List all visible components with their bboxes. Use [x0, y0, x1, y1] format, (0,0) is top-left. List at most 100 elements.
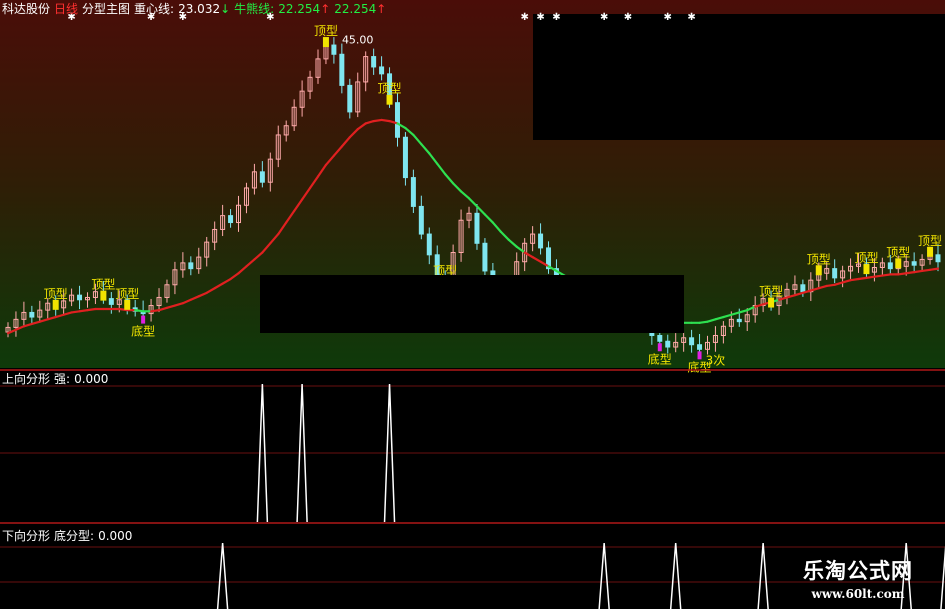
bull-value: 22.254↑: [278, 2, 331, 16]
bottom-pattern-label: 底型: [648, 351, 672, 366]
gravity-line-segment: [149, 309, 161, 313]
top-pattern-label: 顶型: [759, 285, 783, 299]
candle-body: [426, 233, 432, 256]
cog-value: 23.032↓: [178, 2, 231, 16]
gravity-line-segment: [78, 309, 89, 313]
top-pattern-marker: [52, 299, 59, 310]
candle-body: [394, 102, 400, 138]
star-marker: ✱: [520, 12, 528, 23]
top-pattern-marker: [863, 264, 870, 275]
main-panel-header: 科达股份 日线 分型主图 重心线: 23.032↓ 牛熊线: 22.254↑ 22.254↑: [2, 2, 390, 16]
fractal-spike: [940, 545, 945, 609]
top-pattern-label: 顶型: [854, 251, 878, 265]
gravity-line-segment: [897, 272, 908, 276]
candle-body: [657, 334, 663, 342]
gravity-line-segment: [913, 269, 924, 274]
gravity-line-segment: [881, 273, 892, 277]
candle-body: [689, 337, 695, 346]
candle-body: [188, 262, 194, 270]
candle-body: [347, 84, 353, 113]
up-fractal-value: 0.000: [74, 372, 109, 386]
candle-body: [538, 233, 544, 249]
formula-name[interactable]: 分型主图: [82, 2, 130, 16]
gravity-line-segment: [905, 271, 916, 275]
star-marker: ✱: [624, 12, 632, 23]
watermark-url: www.60lt.com: [811, 587, 905, 601]
bottom-pattern-marker: [141, 315, 146, 324]
fractal-spike: [598, 542, 610, 609]
top-pattern-label: 顶型: [115, 287, 139, 301]
star-marker: ✱: [552, 12, 560, 23]
candle-body: [402, 136, 408, 179]
occluding-block-top-right: [533, 14, 945, 140]
value3: 22.254↑: [334, 2, 387, 16]
gravity-line-segment: [372, 118, 383, 123]
up-fractal-label: 强:: [54, 372, 71, 386]
fractal-spike: [669, 542, 682, 609]
candle-body: [410, 177, 416, 207]
top-pattern-label: 顶型: [807, 252, 831, 266]
candle-body: [832, 268, 838, 279]
candle-body: [371, 56, 377, 68]
bottom-pattern-label: 底型: [131, 324, 155, 339]
bottom-pattern-marker: [657, 343, 662, 352]
top-pattern-label: 顶型: [886, 245, 910, 259]
occluding-block-middle: [260, 275, 684, 333]
gravity-line-segment: [134, 309, 145, 313]
candle-body: [228, 215, 234, 224]
down-fractal-header: 下向分形 底分型: 0.000: [2, 529, 136, 543]
top-pattern-marker: [322, 37, 329, 48]
star-marker: ✱: [600, 12, 608, 23]
candle-body: [474, 212, 480, 244]
down-fractal-name[interactable]: 下向分形: [2, 529, 50, 543]
gravity-line-segment: [857, 276, 868, 281]
main-panel: 顶型顶型顶型顶型顶型顶型顶型顶型 顶型 顶型顶型底型底型底型3次45.00✱ ✱ ✱ ✱ ✱…: [0, 0, 945, 374]
up-fractal-panel: [0, 369, 945, 524]
gravity-line-segment: [380, 118, 391, 123]
top-pattern-label: 顶型: [378, 82, 402, 96]
candle-body: [665, 340, 671, 348]
gravity-line-segment: [698, 320, 709, 324]
watermark: 乐淘公式网 www.60lt.com: [803, 555, 913, 601]
fractal-spike: [757, 542, 769, 609]
candle-body: [259, 171, 265, 183]
candle-body: [29, 311, 35, 318]
gravity-line-segment: [70, 310, 81, 314]
down-fractal-value: 0.000: [98, 529, 133, 543]
count-annotation: 3次: [706, 353, 726, 367]
candle-body: [379, 66, 385, 75]
top-pattern-label: 顶型: [918, 234, 942, 248]
top-pattern-marker: [768, 297, 775, 308]
candle-body: [736, 318, 742, 323]
top-pattern-marker: [386, 94, 393, 105]
cog-label: 重心线:: [134, 2, 175, 16]
top-pattern-label: 顶型: [314, 24, 338, 38]
gravity-line-segment: [921, 268, 932, 273]
candle-body: [108, 298, 114, 305]
peak-price-label: 45.00: [342, 33, 374, 46]
gravity-line-segment: [825, 283, 836, 288]
candle-body: [77, 294, 83, 301]
stock-name[interactable]: 科达股份: [2, 2, 50, 16]
watermark-site-name: 乐淘公式网: [803, 559, 913, 583]
candle-body: [331, 44, 337, 55]
gravity-line-segment: [865, 275, 876, 279]
top-pattern-marker: [124, 299, 131, 310]
gravity-line-segment: [849, 277, 860, 282]
candle-body: [697, 344, 703, 350]
up-fractal-name[interactable]: 上向分形: [2, 372, 50, 386]
top-pattern-label: 顶型: [91, 278, 115, 292]
star-marker: ✱: [664, 12, 672, 23]
candle-body: [800, 284, 806, 293]
candle-body: [911, 261, 917, 266]
chart-canvas: 顶型顶型顶型顶型顶型顶型顶型顶型 顶型 顶型顶型底型底型底型3次45.00✱ ✱ ✱ ✱ ✱…: [0, 0, 945, 609]
candle-body: [887, 262, 893, 270]
gravity-line-segment: [86, 307, 97, 312]
gravity-line-segment: [873, 274, 884, 278]
candle-body: [482, 242, 488, 272]
candle-body: [339, 53, 345, 86]
down-fractal-label: 底分型:: [54, 529, 95, 543]
top-pattern-marker: [927, 246, 934, 257]
period-label[interactable]: 日线: [54, 2, 78, 16]
star-marker: ✱: [536, 12, 544, 23]
